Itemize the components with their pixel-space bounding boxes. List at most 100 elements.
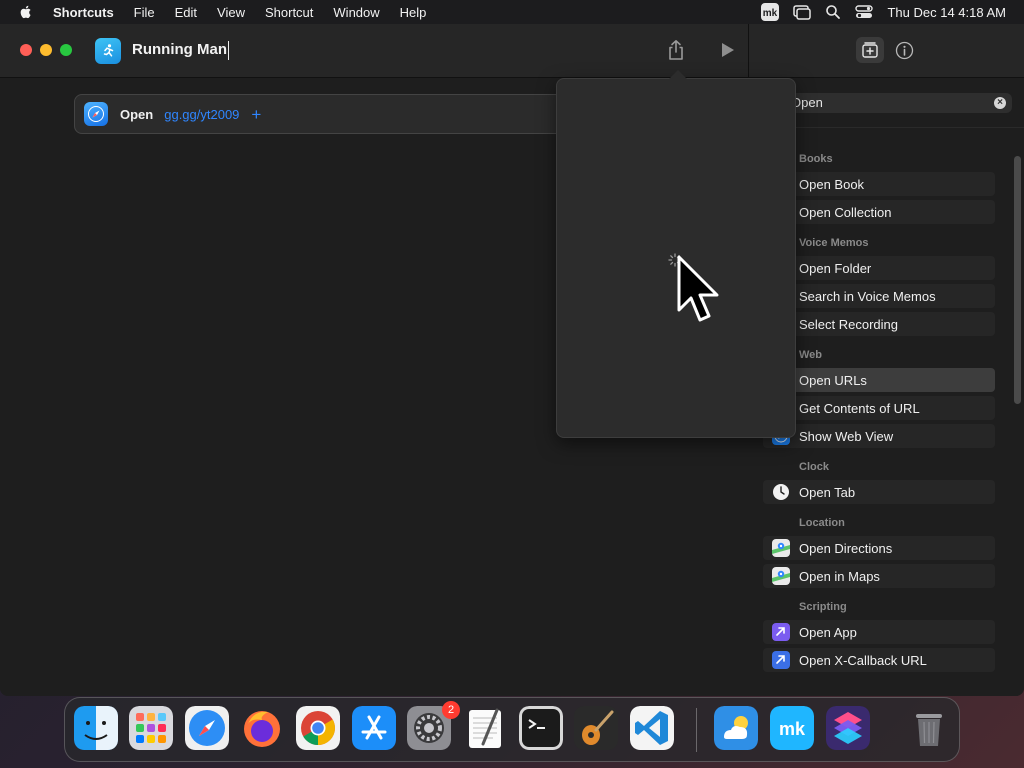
result-row-label: Open Collection — [799, 204, 892, 220]
dock-safari[interactable] — [185, 698, 229, 763]
screen-mirroring-icon[interactable] — [793, 4, 812, 20]
results-scrollbar[interactable] — [1014, 156, 1021, 404]
scripting-icon — [772, 623, 790, 641]
zoom-window-button[interactable] — [60, 44, 72, 56]
spotlight-search-icon[interactable] — [825, 4, 841, 20]
result-row[interactable]: Search in Voice Memos — [763, 284, 995, 308]
scripting-icon — [772, 651, 790, 669]
dock-mk[interactable]: mk — [770, 698, 814, 763]
result-row[interactable]: Get Contents of URL — [763, 396, 995, 420]
dock-garageband[interactable] — [574, 698, 618, 763]
notification-badge: 2 — [442, 701, 460, 719]
section-header: Clock — [799, 461, 829, 473]
result-row[interactable]: Open App — [763, 620, 995, 644]
trash-icon — [916, 714, 942, 746]
clear-search-icon[interactable]: × — [994, 97, 1006, 109]
search-results-list: Books Open Book Open Collection Voice Memos… — [763, 140, 995, 672]
result-row-label: Open Folder — [799, 260, 872, 276]
dock-firefox[interactable] — [240, 698, 284, 763]
mouse-pointer-icon — [677, 255, 719, 322]
action-url-token[interactable]: gg.gg/yt2009 — [164, 107, 239, 122]
dock-terminal[interactable] — [519, 698, 563, 763]
vscode-icon — [630, 706, 674, 750]
section-header: Scripting — [799, 601, 847, 613]
apple-menu-icon[interactable] — [18, 4, 34, 20]
menu-shortcut[interactable]: Shortcut — [265, 5, 313, 20]
popover-arrow — [669, 70, 687, 79]
minimize-window-button[interactable] — [40, 44, 52, 56]
result-row[interactable]: Open Tab — [763, 480, 995, 504]
safari-icon — [185, 706, 229, 750]
shortcut-glyph-icon[interactable] — [95, 38, 121, 64]
menu-window[interactable]: Window — [333, 5, 379, 20]
finder-icon — [74, 706, 118, 750]
add-action-icon — [862, 42, 878, 58]
garageband-guitar-icon — [574, 706, 618, 750]
result-row-label: Open X-Callback URL — [799, 652, 927, 668]
result-row-label: Select Recording — [799, 316, 898, 332]
menu-help[interactable]: Help — [400, 5, 427, 20]
shortcut-name-field[interactable]: Running Man — [132, 41, 229, 60]
title-bar: Running Man — [0, 24, 1024, 78]
control-center-icon[interactable] — [855, 4, 874, 20]
menu-edit[interactable]: Edit — [175, 5, 197, 20]
menu-view[interactable]: View — [217, 5, 245, 20]
result-row-label: Open App — [799, 624, 857, 640]
dock-chrome[interactable] — [296, 698, 340, 763]
section-header: Books — [799, 153, 833, 165]
svg-text:mk: mk — [779, 719, 806, 739]
result-row[interactable]: Open Book — [763, 172, 995, 196]
mk-app-icon: mk — [770, 706, 814, 750]
result-row-label: Open Tab — [799, 484, 856, 500]
shortcuts-window: Running Man Open gg.gg/yt2009 + Open × B… — [0, 24, 1024, 696]
dock-weather[interactable] — [714, 698, 758, 763]
dock-shortcuts[interactable] — [826, 698, 870, 763]
terminal-icon — [519, 706, 563, 750]
share-icon[interactable] — [666, 39, 686, 61]
dock-app-store[interactable] — [352, 698, 396, 763]
result-row[interactable]: Open in Maps — [763, 564, 995, 588]
dock-finder[interactable] — [74, 698, 118, 763]
dock-separator — [696, 708, 697, 752]
mk-status-icon[interactable]: mk — [761, 3, 780, 21]
section-header: Web — [799, 349, 823, 361]
dock-textedit[interactable] — [463, 698, 507, 763]
result-row[interactable]: Open URLs — [763, 368, 995, 392]
launchpad-icon — [129, 706, 173, 750]
result-row-label: Get Contents of URL — [799, 400, 920, 416]
menu-clock[interactable]: Thu Dec 14 4:18 AM — [887, 5, 1006, 20]
info-icon[interactable] — [895, 41, 914, 60]
section-header: Location — [799, 517, 845, 529]
run-play-icon[interactable] — [718, 41, 736, 59]
title-divider — [748, 24, 749, 78]
result-row[interactable]: Open Collection — [763, 200, 995, 224]
shortcuts-app-icon — [826, 706, 870, 750]
add-url-button[interactable]: + — [251, 106, 261, 123]
action-search-field[interactable]: Open × — [761, 93, 1012, 113]
open-urls-action-card[interactable]: Open gg.gg/yt2009 + — [74, 94, 574, 134]
dock-launchpad[interactable] — [129, 698, 173, 763]
chrome-icon — [296, 706, 340, 750]
menu-bar: Shortcuts File Edit View Shortcut Window… — [0, 0, 1024, 24]
result-row[interactable]: Open Directions — [763, 536, 995, 560]
action-library-button[interactable] — [856, 37, 884, 63]
dock-vscode[interactable] — [630, 698, 674, 763]
app-store-icon — [352, 706, 396, 750]
result-row[interactable]: Show Web View — [763, 424, 995, 448]
result-row-label: Open in Maps — [799, 568, 880, 584]
dock-trash[interactable] — [907, 698, 951, 763]
weather-icon — [714, 706, 758, 750]
svg-text:mk: mk — [763, 8, 778, 19]
result-row-label: Search in Voice Memos — [799, 288, 936, 304]
result-row[interactable]: Open Folder — [763, 256, 995, 280]
safari-compass-icon — [84, 102, 108, 126]
dock: 2 mk — [64, 697, 960, 762]
menu-app-name[interactable]: Shortcuts — [53, 5, 114, 20]
menu-file[interactable]: File — [134, 5, 155, 20]
action-verb: Open — [120, 106, 154, 122]
textedit-icon — [469, 708, 501, 748]
result-row[interactable]: Open X-Callback URL — [763, 648, 995, 672]
close-window-button[interactable] — [20, 44, 32, 56]
result-row-label: Open URLs — [799, 372, 867, 388]
result-row[interactable]: Select Recording — [763, 312, 995, 336]
